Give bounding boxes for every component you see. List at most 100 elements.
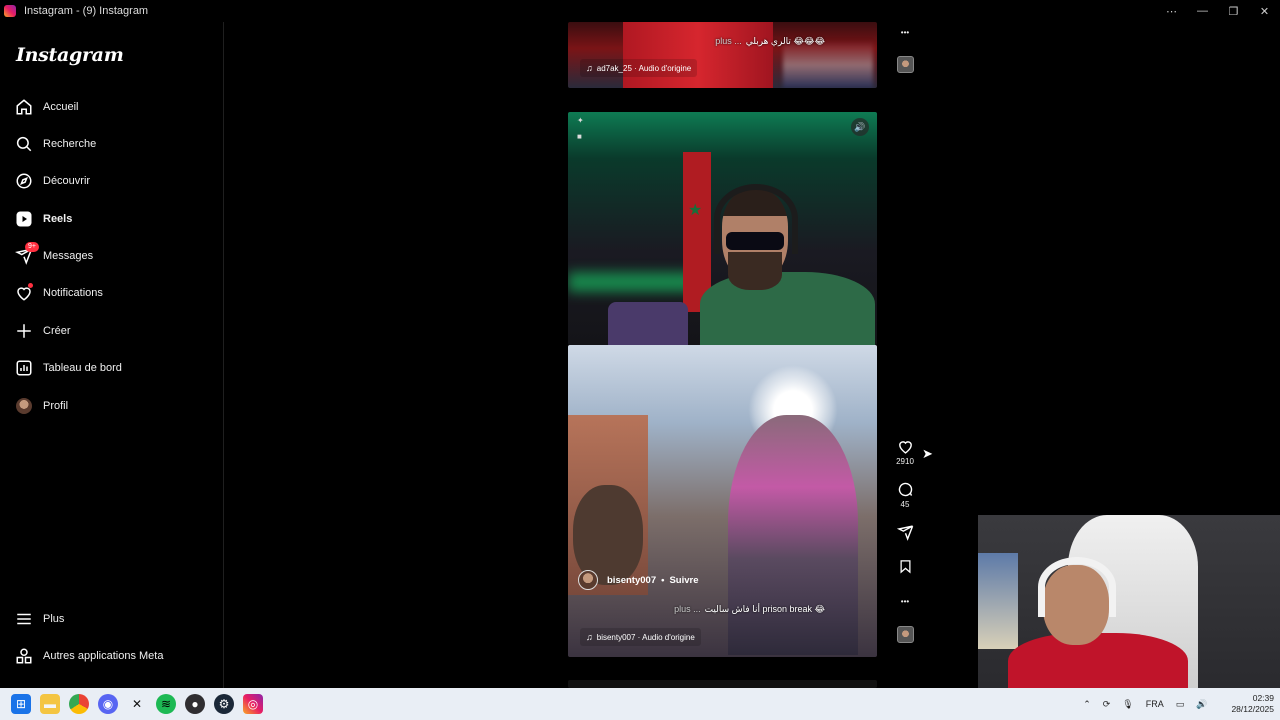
- instagram-app-icon: [4, 5, 16, 17]
- reel-video-next[interactable]: [568, 680, 877, 688]
- compass-icon: [14, 171, 34, 191]
- chevron-up-icon[interactable]: ⌃: [1083, 699, 1091, 710]
- sidebar-item-decouvrir[interactable]: Découvrir: [14, 166, 90, 196]
- obs-icon[interactable]: ●: [185, 694, 205, 714]
- windows-start-icon[interactable]: ⊞: [11, 694, 31, 714]
- window-title: Instagram - (9) Instagram: [24, 5, 149, 17]
- sync-icon[interactable]: ⟳: [1103, 699, 1111, 710]
- audio-thumbnail-previous[interactable]: [893, 56, 917, 73]
- sidebar-item-label: Créer: [43, 325, 71, 337]
- profile-avatar: [14, 396, 34, 416]
- sidebar-item-reels[interactable]: Reels: [14, 204, 72, 234]
- sidebar-item-label: Découvrir: [43, 175, 91, 187]
- caption-more-link[interactable]: plus ...: [674, 604, 701, 614]
- spotify-icon[interactable]: ≋: [156, 694, 176, 714]
- share-button[interactable]: [893, 522, 917, 542]
- comment-icon: [895, 479, 915, 499]
- caption-more-link[interactable]: plus ...: [715, 36, 742, 46]
- discord-icon[interactable]: ◉: [98, 694, 118, 714]
- instagram-logo[interactable]: Instagram: [16, 44, 124, 66]
- square-icon: ■: [577, 132, 582, 141]
- save-button[interactable]: [893, 556, 917, 576]
- window-menu-button[interactable]: ⋯: [1156, 0, 1187, 22]
- heart-icon: [895, 436, 915, 456]
- send-icon: [895, 522, 915, 542]
- sidebar-item-label: Recherche: [43, 138, 97, 150]
- sidebar-item-label: Reels: [43, 213, 73, 225]
- reel-video-previous[interactable]: plus ... تالري هربلي 😂😂😂 ♫ ad7ak_25 · Aud…: [568, 22, 877, 88]
- avatar: [16, 398, 32, 414]
- sound-toggle-button[interactable]: 🔊: [851, 118, 869, 136]
- sidebar-item-tableau-de-bord[interactable]: Tableau de bord: [14, 353, 122, 383]
- caption-text: تالري هربلي 😂😂😂: [745, 36, 825, 46]
- sidebar-item-messages[interactable]: 9+ Messages: [14, 241, 93, 271]
- clock-time: 02:39: [1252, 693, 1274, 703]
- more-horizontal-icon: •••: [900, 27, 910, 37]
- author-avatar[interactable]: [578, 570, 598, 590]
- system-tray: ⌃ ⟳ 🎙 FRA ▭ 🔊 02:39 28/12/2025: [1071, 688, 1274, 720]
- sidebar-item-profil[interactable]: Profil: [14, 391, 68, 421]
- minimize-button[interactable]: —: [1187, 0, 1218, 22]
- speaker-icon: 🔊: [854, 121, 866, 132]
- steam-icon[interactable]: ⚙: [214, 694, 234, 714]
- windows-taskbar: ⊞ ▬ ◉ ✕ ≋ ● ⚙ ◎ ⌃ ⟳ 🎙 FRA ▭ 🔊 02:39 28/1…: [0, 688, 1280, 720]
- clock-date: 28/12/2025: [1231, 704, 1274, 714]
- reel-audio[interactable]: ♫ bisenty007 · Audio d'origine: [580, 628, 701, 646]
- sidebar-item-label: Tableau de bord: [43, 362, 122, 374]
- sidebar-item-label: Notifications: [43, 287, 103, 299]
- more-horizontal-icon: •••: [900, 596, 910, 606]
- menu-icon: [14, 609, 34, 629]
- network-icon[interactable]: ▭: [1176, 699, 1185, 710]
- chrome-icon[interactable]: [69, 694, 89, 714]
- sidebar-item-plus[interactable]: Plus: [14, 604, 64, 634]
- close-button[interactable]: ✕: [1249, 0, 1280, 22]
- window-controls: ⋯ — ❐ ✕: [1156, 0, 1280, 22]
- language-indicator[interactable]: FRA: [1146, 699, 1164, 709]
- bookmark-icon: [895, 556, 915, 576]
- wall-poster: [978, 553, 1018, 649]
- music-note-icon: ♫: [586, 63, 593, 73]
- more-options-button[interactable]: •••: [893, 591, 917, 611]
- sidebar-item-recherche[interactable]: Recherche: [14, 129, 96, 159]
- reels-icon: [14, 209, 34, 229]
- sidebar-item-accueil[interactable]: Accueil: [14, 92, 78, 122]
- maximize-button[interactable]: ❐: [1218, 0, 1249, 22]
- audio-thumbnail: [896, 626, 914, 643]
- reel-caption[interactable]: plus ... أنا فاش ساليت prison break 😂: [674, 604, 825, 615]
- woman-figure: [728, 415, 858, 655]
- like-count: 2910: [896, 457, 914, 466]
- reel-audio[interactable]: ♫ ad7ak_25 · Audio d'origine: [580, 59, 698, 77]
- reel-author: bisenty007 • Suivre: [578, 570, 699, 590]
- reel-video-current-top[interactable]: ✦ ■ 🔊: [568, 112, 877, 345]
- author-username[interactable]: bisenty007: [607, 575, 656, 586]
- morocco-flag: [683, 152, 711, 312]
- webcam-overlay: [978, 515, 1280, 688]
- video-frame-shirt: [623, 22, 773, 88]
- sidebar-item-notifications[interactable]: Notifications: [14, 278, 103, 308]
- sidebar-item-meta-apps[interactable]: Autres applications Meta: [14, 641, 163, 671]
- reel-caption[interactable]: plus ... تالري هربلي 😂😂😂: [715, 36, 825, 47]
- author-separator: •: [661, 574, 665, 586]
- gaming-chair: [608, 302, 688, 345]
- sidebar-item-label: Accueil: [43, 101, 79, 113]
- white-headset: [1038, 557, 1116, 617]
- caption-text: أنا فاش ساليت prison break 😂: [704, 604, 825, 614]
- clock[interactable]: 02:39 28/12/2025: [1219, 693, 1274, 715]
- microphone-icon[interactable]: 🎙: [1122, 699, 1133, 710]
- file-explorer-icon[interactable]: ▬: [40, 694, 60, 714]
- music-note-icon: ♫: [586, 632, 593, 642]
- instagram-icon[interactable]: ◎: [243, 694, 263, 714]
- comment-count: 45: [900, 500, 910, 509]
- more-options-button-previous[interactable]: •••: [893, 22, 917, 42]
- sidebar-item-creer[interactable]: Créer: [14, 316, 71, 346]
- capcut-icon[interactable]: ✕: [127, 694, 147, 714]
- volume-icon[interactable]: 🔊: [1196, 699, 1207, 710]
- reel-video-current-bottom[interactable]: bisenty007 • Suivre plus ... أنا فاش سالي…: [568, 345, 877, 657]
- heart-icon: [14, 283, 34, 303]
- audio-label: ad7ak_25 · Audio d'origine: [596, 63, 692, 73]
- audio-thumbnail-button[interactable]: [893, 626, 917, 643]
- window-titlebar: Instagram - (9) Instagram ⋯ — ❐ ✕: [0, 0, 1280, 22]
- comment-button[interactable]: 45: [893, 479, 917, 509]
- follow-button[interactable]: Suivre: [669, 575, 698, 586]
- like-button[interactable]: 2910: [893, 436, 917, 466]
